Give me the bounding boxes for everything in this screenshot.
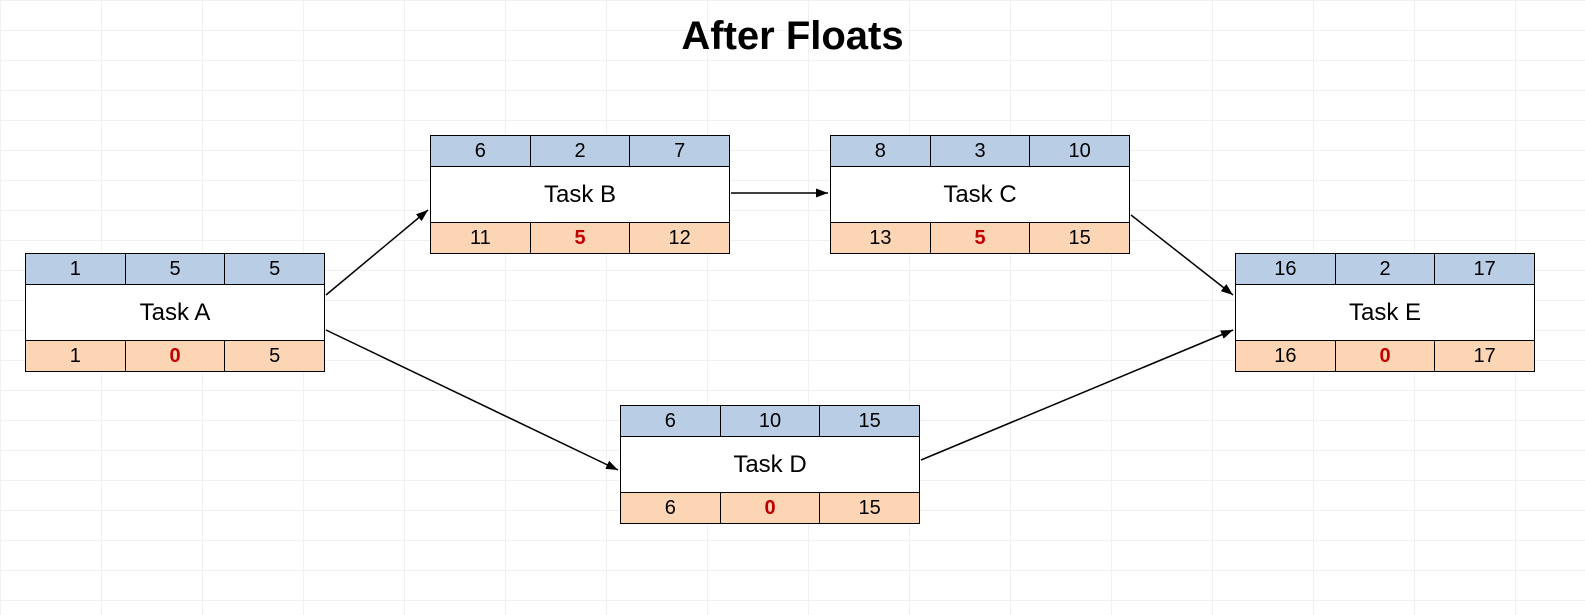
task-c-ef: 10 <box>1030 136 1129 166</box>
task-c-box: 8 3 10 Task C 13 5 15 <box>830 135 1130 254</box>
task-c-float: 5 <box>931 223 1031 253</box>
task-b-duration: 2 <box>531 136 631 166</box>
task-e-lf: 17 <box>1435 341 1534 371</box>
arrow-c-e <box>1131 215 1233 295</box>
task-b-ef: 7 <box>630 136 729 166</box>
task-b-float: 5 <box>531 223 631 253</box>
task-b-lf: 12 <box>630 223 729 253</box>
task-a-label: Task A <box>26 285 324 340</box>
task-b-es: 6 <box>431 136 531 166</box>
task-b-box: 6 2 7 Task B 11 5 12 <box>430 135 730 254</box>
task-c-ls: 13 <box>831 223 931 253</box>
task-c-es: 8 <box>831 136 931 166</box>
task-d-lf: 15 <box>820 493 919 523</box>
task-b-label: Task B <box>431 167 729 222</box>
task-e-label: Task E <box>1236 285 1534 340</box>
task-d-ef: 15 <box>820 406 919 436</box>
task-a-ef: 5 <box>225 254 324 284</box>
task-d-box: 6 10 15 Task D 6 0 15 <box>620 405 920 524</box>
task-a-lf: 5 <box>225 341 324 371</box>
task-d-label: Task D <box>621 437 919 492</box>
task-e-float: 0 <box>1336 341 1436 371</box>
task-c-lf: 15 <box>1030 223 1129 253</box>
task-a-es: 1 <box>26 254 126 284</box>
diagram-title: After Floats <box>0 14 1585 59</box>
task-e-ef: 17 <box>1435 254 1534 284</box>
task-a-duration: 5 <box>126 254 226 284</box>
task-e-box: 16 2 17 Task E 16 0 17 <box>1235 253 1535 372</box>
task-b-ls: 11 <box>431 223 531 253</box>
task-c-label: Task C <box>831 167 1129 222</box>
task-e-es: 16 <box>1236 254 1336 284</box>
task-d-float: 0 <box>721 493 821 523</box>
task-e-ls: 16 <box>1236 341 1336 371</box>
task-a-ls: 1 <box>26 341 126 371</box>
task-d-ls: 6 <box>621 493 721 523</box>
task-d-es: 6 <box>621 406 721 436</box>
task-e-duration: 2 <box>1336 254 1436 284</box>
task-c-duration: 3 <box>931 136 1031 166</box>
diagram-canvas: After Floats 1 5 5 Task A 1 0 5 6 2 7 Ta… <box>0 0 1585 615</box>
task-d-duration: 10 <box>721 406 821 436</box>
arrow-a-d <box>326 330 618 470</box>
arrow-d-e <box>921 330 1233 460</box>
arrow-a-b <box>326 210 428 295</box>
task-a-box: 1 5 5 Task A 1 0 5 <box>25 253 325 372</box>
task-a-float: 0 <box>126 341 226 371</box>
